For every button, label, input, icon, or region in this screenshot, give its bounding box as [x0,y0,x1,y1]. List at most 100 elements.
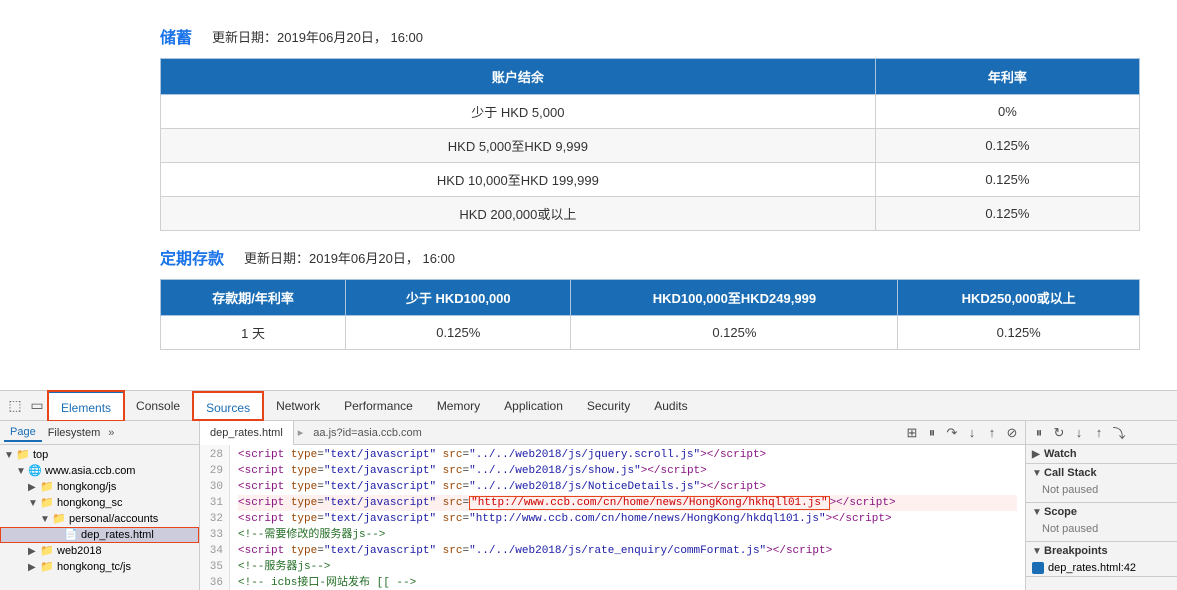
callstack-header[interactable]: ▼ Call Stack [1026,464,1177,482]
tab-audits[interactable]: Audits [642,391,699,421]
stepout-btn[interactable]: ⤵ [1110,424,1128,442]
format-icon[interactable]: ⊞ [903,424,921,442]
breakpoint-item[interactable]: dep_rates.html:42 [1026,560,1177,576]
callstack-arrow: ▼ [1032,468,1044,479]
breakpoints-label: Breakpoints [1044,545,1108,557]
devtools-panel: ⬚ ▭ Elements Console Sources Network Per… [0,390,1177,590]
section1-header: 储蓄 更新日期：2019年06月20日， 16:00 [160,24,1157,48]
breakpoints-arrow: ▼ [1032,546,1044,557]
sidebar-tab-filesystem[interactable]: Filesystem [42,425,107,441]
line-number: 34 [206,543,223,559]
watch-label: Watch [1044,448,1077,460]
file-tab-url: aa.js?id=asia.ccb.com [307,425,428,441]
savings-table: 账户结余 年利率 少于 HKD 5,0000%HKD 5,000至HKD 9,9… [160,58,1140,231]
step-out-icon[interactable]: ↑ [983,424,1001,442]
table-cell: 0.125% [571,316,898,350]
table-cell: HKD 5,000至HKD 9,999 [161,129,876,163]
watch-arrow: ▶ [1032,449,1044,460]
line-number: 28 [206,447,223,463]
breakpoint-checkbox[interactable] [1032,562,1044,574]
scope-label: Scope [1044,506,1077,518]
mobile-icon[interactable]: ▭ [26,395,48,417]
deposit-col-header: 存款期/年利率 [161,280,346,316]
tree-item[interactable]: 📄dep_rates.html [0,527,199,543]
tree-arrow-icon: ▼ [4,450,16,461]
file-tab-controls: ⊞ ⏸ ↷ ↓ ↑ ⊘ [903,424,1025,442]
deposit-table: 存款期/年利率少于 HKD100,000HKD100,000至HKD249,99… [160,279,1140,350]
breakpoint-location: dep_rates.html:42 [1048,562,1136,574]
tree-item-label: personal/accounts [69,513,158,525]
tree-item[interactable]: ▼🌐www.asia.ccb.com [0,463,199,479]
savings-col-rate: 年利率 [875,59,1139,95]
tab-elements[interactable]: Elements [48,391,124,421]
tree-item[interactable]: ▼📁hongkong_sc [0,495,199,511]
table-cell: 1 天 [161,316,346,350]
tree-item[interactable]: ▶📁hongkong_tc/js [0,559,199,575]
file-tab-separator: ▸ [294,426,308,439]
tree-item-label: www.asia.ccb.com [45,465,135,477]
resume-btn[interactable]: ↻ [1050,424,1068,442]
sidebar-more-icon[interactable]: » [108,427,114,439]
globe-icon: 🌐 [28,464,42,478]
tree-arrow-icon: ▼ [28,498,40,509]
pause-btn[interactable]: ⏸ [1030,424,1048,442]
deactivate-icon[interactable]: ⊘ [1003,424,1021,442]
folder-icon: 📁 [40,480,54,494]
code-line: <script type="text/javascript" src="../.… [238,479,1017,495]
tree-item[interactable]: ▼📁top [0,447,199,463]
step-over-icon[interactable]: ↷ [943,424,961,442]
tab-performance[interactable]: Performance [332,391,425,421]
tree-item[interactable]: ▶📁hongkong/js [0,479,199,495]
breakpoints-section: ▼ Breakpoints dep_rates.html:42 [1026,542,1177,577]
sidebar-tab-bar: Page Filesystem » [0,421,199,445]
tree-item-label: hongkong_tc/js [57,561,131,573]
table-cell: 少于 HKD 5,000 [161,95,876,129]
code-line: <script type="text/javascript" src="http… [238,495,1017,511]
code-line: <script type="text/javascript" src="../.… [238,447,1017,463]
stepover-btn[interactable]: ↓ [1070,424,1088,442]
line-number: 33 [206,527,223,543]
page-content: 储蓄 更新日期：2019年06月20日， 16:00 账户结余 年利率 少于 H… [0,0,1177,390]
line-number: 29 [206,463,223,479]
tree-arrow-icon: ▼ [16,466,28,477]
callstack-label: Call Stack [1044,467,1097,479]
scope-header[interactable]: ▼ Scope [1026,503,1177,521]
sidebar-tab-page[interactable]: Page [4,424,42,442]
scope-content: Not paused [1026,521,1177,541]
tree-item-label: hongkong/js [57,481,116,493]
pause-icon[interactable]: ⏸ [923,424,941,442]
callstack-content: Not paused [1026,482,1177,502]
tree-item[interactable]: ▼📁personal/accounts [0,511,199,527]
code-line: <!--服务器js--> [238,559,1017,575]
table-cell: 0.125% [875,197,1139,231]
table-cell: 0.125% [875,129,1139,163]
devtools-tabbar: ⬚ ▭ Elements Console Sources Network Per… [0,391,1177,421]
tab-console[interactable]: Console [124,391,192,421]
tab-sources[interactable]: Sources [192,391,264,421]
tab-security[interactable]: Security [575,391,642,421]
tab-memory[interactable]: Memory [425,391,492,421]
section1-title: 储蓄 [160,24,192,48]
tab-application[interactable]: Application [492,391,575,421]
callstack-section: ▼ Call Stack Not paused [1026,464,1177,503]
file-tab-dep-rates[interactable]: dep_rates.html [200,421,294,445]
deposit-col-header: HKD250,000或以上 [898,280,1140,316]
tab-network[interactable]: Network [264,391,332,421]
tree-arrow-icon: ▶ [28,546,40,557]
inspect-icon[interactable]: ⬚ [4,395,26,417]
code-line: <!--需要修改的服务器js--> [238,527,1017,543]
right-toolbar: ⏸ ↻ ↓ ↑ ⤵ [1026,421,1177,445]
savings-col-balance: 账户结余 [161,59,876,95]
tree-item-label: top [33,449,48,461]
watch-header[interactable]: ▶ Watch [1026,445,1177,463]
devtools-body: Page Filesystem » ▼📁top▼🌐www.asia.ccb.co… [0,421,1177,590]
stepinto-btn[interactable]: ↑ [1090,424,1108,442]
tree-item[interactable]: ▶📁web2018 [0,543,199,559]
line-number: 32 [206,511,223,527]
section2-title: 定期存款 [160,245,224,269]
line-number: 31 [206,495,223,511]
breakpoints-header[interactable]: ▼ Breakpoints [1026,542,1177,560]
folder-icon: 📁 [40,496,54,510]
table-cell: 0.125% [875,163,1139,197]
step-into-icon[interactable]: ↓ [963,424,981,442]
